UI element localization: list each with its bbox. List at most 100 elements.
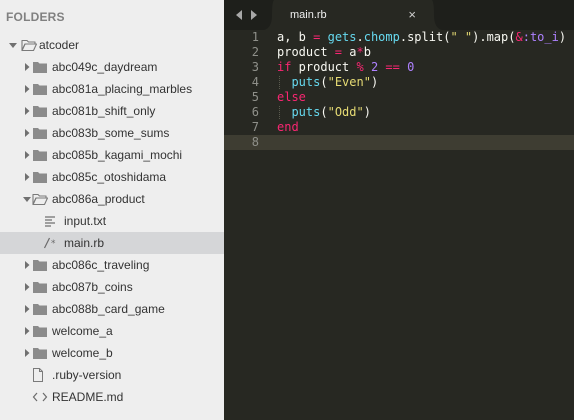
line-number: 3: [251, 60, 259, 74]
disclosure-right-icon[interactable]: [22, 122, 32, 144]
code-line[interactable]: 3 if product % 2 == 0: [224, 60, 574, 75]
code-line[interactable]: 2 product = a*b: [224, 45, 574, 60]
code-token-plain: a: [342, 45, 357, 59]
code-token-number: 0: [407, 60, 415, 74]
disclosure-right-icon[interactable]: [22, 166, 32, 188]
tree-item-label: welcome_a: [52, 324, 113, 338]
sidebar: FOLDERS atcoder abc049c_daydream abc081a_p…: [0, 0, 224, 420]
back-button[interactable]: [234, 8, 246, 22]
tab-left-curve: [264, 0, 274, 30]
disclosure-down-icon[interactable]: [22, 188, 32, 210]
code-token-plain: ): [370, 75, 379, 89]
tree-item-label: abc085c_otoshidama: [52, 170, 167, 184]
code-token-func: gets: [327, 30, 357, 44]
line-number: 2: [251, 45, 259, 59]
tree-item-label: abc049c_daydream: [52, 60, 158, 74]
code-token-plain: a, b: [277, 30, 314, 44]
disclosure-right-icon[interactable]: [22, 144, 32, 166]
code-token-plain: b: [363, 45, 371, 59]
tree-item-abc081b-shift-only[interactable]: abc081b_shift_only: [0, 100, 224, 122]
folder-icon: [32, 298, 48, 320]
tab-main-rb[interactable]: main.rb ×: [264, 0, 442, 30]
folder-open-icon: [32, 188, 48, 210]
code-token-string: "Odd": [327, 105, 364, 119]
code-token-symbol: :to_i: [522, 30, 559, 44]
tab-bar: main.rb ×: [224, 0, 574, 30]
code-token-op: =: [334, 45, 343, 59]
tree-item-abc085b-kagami-mochi[interactable]: abc085b_kagami_mochi: [0, 144, 224, 166]
code-token-plain: product: [277, 45, 335, 59]
code-token-op: *: [356, 45, 364, 59]
tree-item-label: abc081b_shift_only: [52, 104, 156, 118]
code-token-plain: .split(: [399, 30, 451, 44]
tree-item-abc086a-product[interactable]: abc086a_product: [0, 188, 224, 210]
disclosure-right-icon[interactable]: [22, 56, 32, 78]
code-file-icon: *: [43, 232, 59, 254]
tree-item-abc083b-some-sums[interactable]: abc083b_some_sums: [0, 122, 224, 144]
tree-item-label: abc083b_some_sums: [52, 126, 170, 140]
triangle-right-icon: [251, 10, 257, 20]
folder-icon: [32, 342, 48, 364]
tree-item-atcoder[interactable]: atcoder: [0, 34, 224, 56]
code-text: product = a*b: [277, 45, 371, 60]
code-token-plain: (: [320, 105, 328, 119]
tree-item-label: abc088b_card_game: [52, 302, 165, 316]
tree-item-label: .ruby-version: [52, 368, 122, 382]
tree-item-label: abc086a_product: [52, 192, 145, 206]
line-number: 1: [251, 30, 259, 44]
code-token-op: ==: [385, 60, 400, 74]
tab-title: main.rb: [290, 9, 327, 21]
code-line[interactable]: 5 else: [224, 90, 574, 105]
disclosure-down-icon[interactable]: [8, 34, 18, 56]
tree-item-abc081a-placing-marbles[interactable]: abc081a_placing_marbles: [0, 78, 224, 100]
code-line[interactable]: 7 end: [224, 120, 574, 135]
code-line[interactable]: 6 puts("Odd"): [224, 105, 574, 120]
tree-item-welcome-a[interactable]: welcome_a: [0, 320, 224, 342]
tree-item-ruby-version[interactable]: .ruby-version: [0, 364, 224, 386]
code-token-string: " ": [450, 30, 473, 44]
tree-item-welcome-b[interactable]: welcome_b: [0, 342, 224, 364]
code-text: puts("Even"): [277, 75, 378, 90]
disclosure-right-icon[interactable]: [22, 298, 32, 320]
forward-button[interactable]: [249, 8, 261, 22]
line-number: 4: [251, 75, 259, 89]
tab-close-button[interactable]: ×: [408, 0, 416, 30]
tree-item-abc088b-card-game[interactable]: abc088b_card_game: [0, 298, 224, 320]
code-token-keyword: end: [277, 120, 299, 134]
folder-icon: [32, 276, 48, 298]
disclosure-right-icon[interactable]: [22, 254, 32, 276]
tree-item-label: abc087b_coins: [52, 280, 133, 294]
tree-item-abc049c-daydream[interactable]: abc049c_daydream: [0, 56, 224, 78]
disclosure-right-icon[interactable]: [22, 78, 32, 100]
disclosure-right-icon[interactable]: [22, 276, 32, 298]
tree-item-label: main.rb: [64, 236, 105, 250]
code-line[interactable]: 1 a, b = gets.chomp.split(" ").map(&:to_i…: [224, 30, 574, 45]
disclosure-right-icon[interactable]: [22, 100, 32, 122]
disclosure-right-icon[interactable]: [22, 320, 32, 342]
folders-header: FOLDERS: [6, 10, 65, 24]
code-token-plain: .: [356, 30, 364, 44]
tree-item-readme-md[interactable]: README.md: [0, 386, 224, 408]
tree-item-abc085c-otoshidama[interactable]: abc085c_otoshidama: [0, 166, 224, 188]
tab-right-curve: [432, 0, 442, 30]
tree-item-abc086c-traveling[interactable]: abc086c_traveling: [0, 254, 224, 276]
tree-item-label: atcoder: [39, 38, 80, 52]
file-icon: [32, 364, 44, 386]
code-text: a, b = gets.chomp.split(" ").map(&:to_i): [277, 30, 566, 45]
svg-text:*: *: [51, 239, 56, 249]
tree-item-input-txt[interactable]: input.txt: [0, 210, 224, 232]
editor-pane: main.rb × 1 a, b = gets.chomp.split(" ").…: [224, 0, 574, 420]
code-token-keyword: else: [277, 90, 306, 104]
tree-item-abc087b-coins[interactable]: abc087b_coins: [0, 276, 224, 298]
tree-item-main-rb[interactable]: * main.rb: [0, 232, 224, 254]
code-line[interactable]: 4 puts("Even"): [224, 75, 574, 90]
tree-item-label: abc081a_placing_marbles: [52, 82, 193, 96]
disclosure-right-icon[interactable]: [22, 342, 32, 364]
code-line[interactable]: 8: [224, 135, 574, 150]
code-area[interactable]: 1 a, b = gets.chomp.split(" ").map(&:to_i…: [224, 30, 574, 150]
tree-item-label: welcome_b: [52, 346, 113, 360]
code-token-func: puts: [291, 105, 321, 119]
code-token-op: &: [515, 30, 523, 44]
